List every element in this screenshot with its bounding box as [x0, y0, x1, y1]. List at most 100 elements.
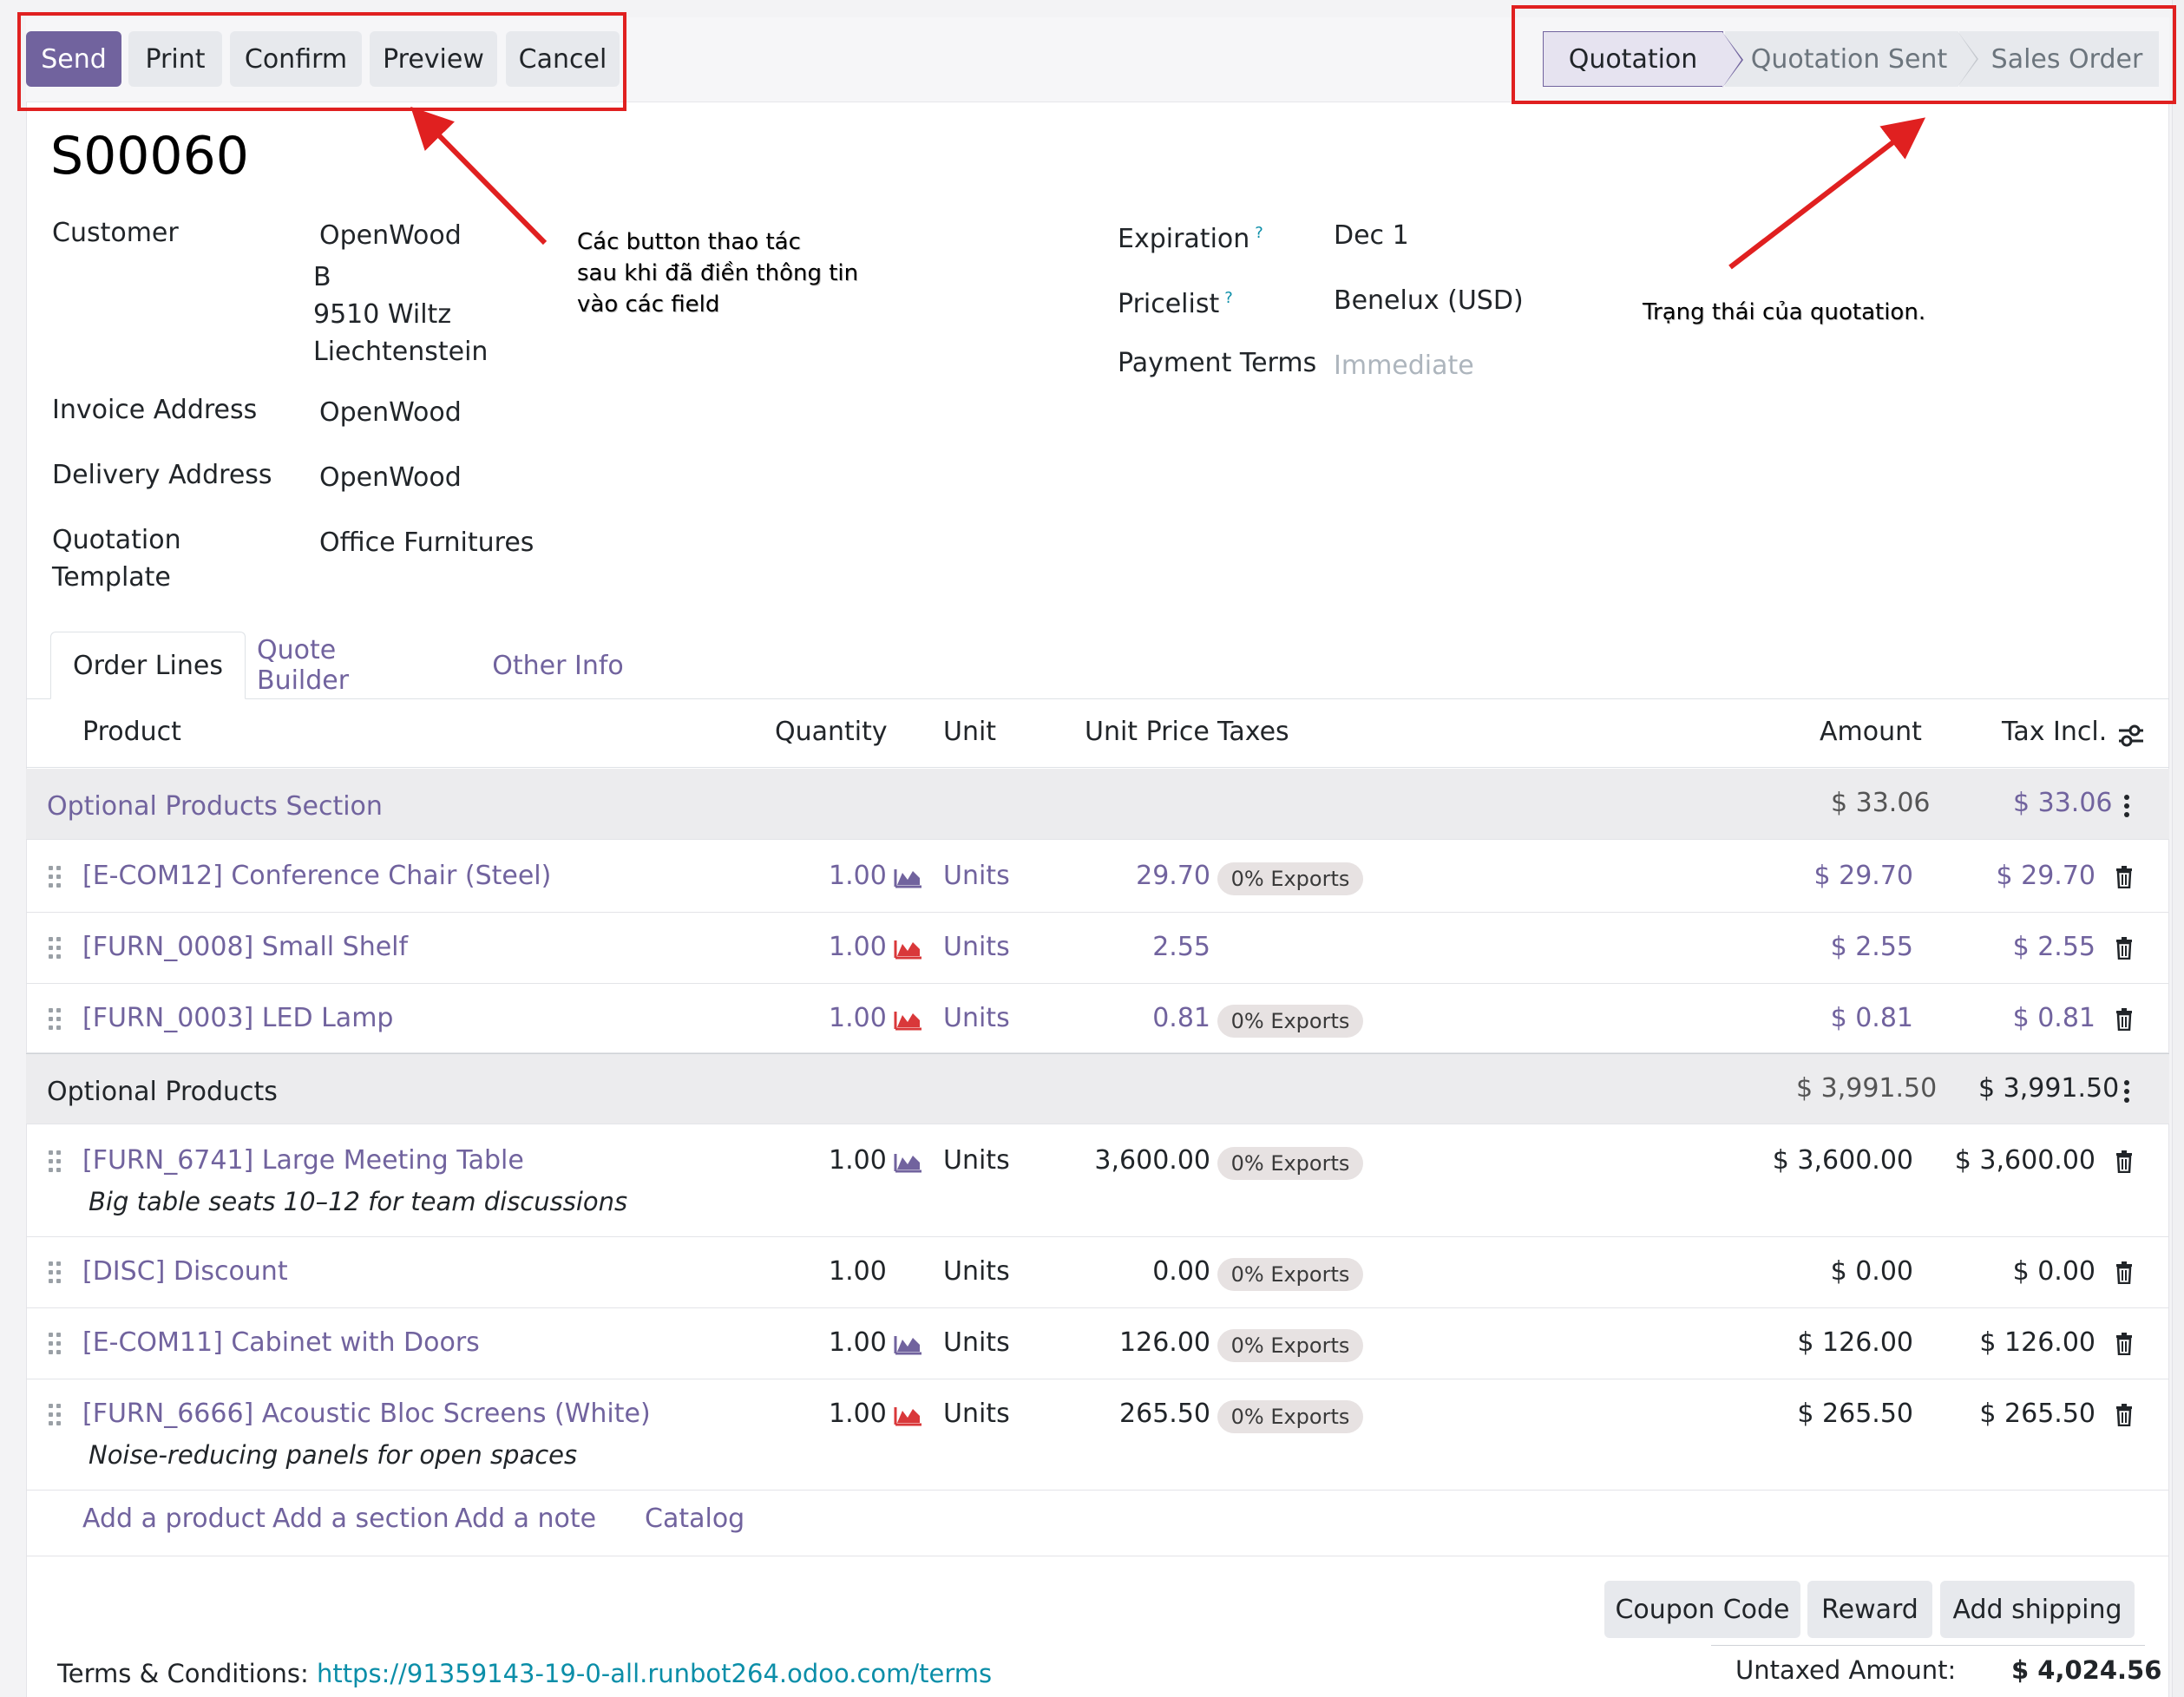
product-name[interactable]: [E-COM11] Cabinet with Doors: [82, 1327, 480, 1358]
drag-handle-icon[interactable]: [49, 1150, 62, 1173]
forecast-chart-icon[interactable]: [894, 1333, 923, 1355]
quantity-field[interactable]: 1.00: [829, 861, 887, 891]
column-header-unit-price[interactable]: Unit Price: [1085, 717, 1210, 747]
quotation-template-label: Template: [52, 562, 171, 593]
trash-icon[interactable]: [2115, 1008, 2133, 1031]
drag-handle-icon[interactable]: [49, 1008, 62, 1031]
unit-field[interactable]: Units: [943, 1256, 1010, 1287]
kebab-menu-icon[interactable]: [2124, 1080, 2129, 1103]
forecast-chart-icon[interactable]: [894, 1150, 923, 1173]
tax-badge[interactable]: 0% Exports: [1217, 1147, 1363, 1180]
delivery-address-field[interactable]: OpenWood: [319, 459, 462, 496]
order-line-row[interactable]: [E-COM11] Cabinet with Doors 1.00 Units 126…: [26, 1308, 2169, 1379]
quantity-field[interactable]: 1.00: [829, 1145, 887, 1176]
column-header-tax-incl[interactable]: Tax Incl.: [2002, 717, 2107, 747]
coupon-code-button[interactable]: Coupon Code: [1604, 1581, 1800, 1638]
tax-badge[interactable]: 0% Exports: [1217, 862, 1363, 895]
add-shipping-button[interactable]: Add shipping: [1940, 1581, 2135, 1638]
order-line-row[interactable]: [FURN_6666] Acoustic Bloc Screens (White…: [26, 1379, 2169, 1491]
forecast-chart-icon[interactable]: [894, 1404, 923, 1426]
order-line-row[interactable]: [E-COM12] Conference Chair (Steel) 1.00 Un…: [26, 842, 2169, 913]
trash-icon[interactable]: [2115, 1150, 2133, 1173]
tax-badge[interactable]: 0% Exports: [1217, 1005, 1363, 1038]
trash-icon[interactable]: [2115, 1261, 2133, 1284]
order-line-row[interactable]: [FURN_6741] Large Meeting Table Big table…: [26, 1126, 2169, 1237]
tab-other-info[interactable]: Other Info: [484, 632, 632, 699]
unit-price-field[interactable]: 2.55: [1152, 932, 1210, 962]
trash-icon[interactable]: [2115, 1333, 2133, 1355]
add-note-link[interactable]: Add a note: [455, 1504, 596, 1534]
help-icon[interactable]: ?: [1224, 289, 1233, 307]
help-icon[interactable]: ?: [1255, 224, 1263, 242]
unit-price-field[interactable]: 29.70: [1136, 861, 1210, 891]
unit-field[interactable]: Units: [943, 1327, 1010, 1358]
terms-link[interactable]: https://91359143-19-0-all.runbot264.odoo…: [317, 1659, 992, 1688]
kebab-menu-icon[interactable]: [2124, 795, 2129, 817]
catalog-link[interactable]: Catalog: [645, 1504, 744, 1534]
quantity-field[interactable]: 1.00: [829, 932, 887, 962]
drag-handle-icon[interactable]: [49, 1333, 62, 1355]
tab-order-lines[interactable]: Order Lines: [50, 632, 246, 699]
line-amount: $ 2.55: [1830, 932, 1913, 962]
customer-field[interactable]: OpenWood: [319, 217, 462, 254]
unit-price-field[interactable]: 265.50: [1119, 1399, 1210, 1429]
forecast-chart-icon[interactable]: [894, 866, 923, 888]
invoice-address-field[interactable]: OpenWood: [319, 394, 462, 431]
unit-price-field[interactable]: 3,600.00: [1094, 1145, 1210, 1176]
drag-handle-icon[interactable]: [49, 1404, 62, 1426]
column-header-quantity[interactable]: Quantity: [775, 717, 888, 747]
forecast-chart-icon[interactable]: [894, 1008, 923, 1031]
unit-field[interactable]: Units: [943, 932, 1010, 962]
tab-quote-builder[interactable]: Quote Builder: [257, 632, 430, 699]
line-description: Noise-reducing panels for open spaces: [89, 1440, 578, 1470]
quantity-field[interactable]: 1.00: [829, 1399, 887, 1429]
tax-badge[interactable]: 0% Exports: [1217, 1400, 1363, 1433]
quantity-field[interactable]: 1.00: [829, 1327, 887, 1358]
drag-handle-icon[interactable]: [49, 937, 62, 960]
terms-and-conditions: Terms & Conditions: https://91359143-19-…: [57, 1659, 992, 1688]
payment-terms-field[interactable]: Immediate: [1334, 347, 1474, 384]
section-row[interactable]: Optional Products Section $ 33.06 $ 33.0…: [26, 769, 2169, 840]
unit-price-field[interactable]: 0.81: [1152, 1003, 1210, 1033]
customer-address-line: Liechtenstein: [313, 337, 489, 367]
order-line-row[interactable]: [FURN_0008] Small Shelf 1.00 Units 2.55 $ 2.…: [26, 913, 2169, 984]
product-name[interactable]: [DISC] Discount: [82, 1256, 288, 1287]
trash-icon[interactable]: [2115, 1404, 2133, 1426]
pricelist-field[interactable]: Benelux (USD): [1334, 282, 1524, 319]
quotation-template-field[interactable]: Office Furnitures: [319, 524, 534, 561]
tax-badge[interactable]: 0% Exports: [1217, 1329, 1363, 1362]
expiration-field[interactable]: Dec 1: [1334, 217, 1409, 254]
add-product-link[interactable]: Add a product: [82, 1504, 266, 1534]
trash-icon[interactable]: [2115, 866, 2133, 888]
reward-button[interactable]: Reward: [1807, 1581, 1932, 1638]
product-name[interactable]: [E-COM12] Conference Chair (Steel): [82, 861, 551, 891]
order-line-row[interactable]: [FURN_0003] LED Lamp 1.00 Units 0.81 0% Expo…: [26, 984, 2169, 1053]
quantity-field[interactable]: 1.00: [829, 1003, 887, 1033]
column-header-amount[interactable]: Amount: [1820, 717, 1922, 747]
unit-field[interactable]: Units: [943, 1003, 1010, 1033]
column-header-unit[interactable]: Unit: [943, 717, 996, 747]
tax-badge[interactable]: 0% Exports: [1217, 1258, 1363, 1291]
product-name[interactable]: [FURN_0008] Small Shelf: [82, 932, 408, 962]
drag-handle-icon[interactable]: [49, 1261, 62, 1284]
product-name[interactable]: [FURN_6666] Acoustic Bloc Screens (White…: [82, 1399, 651, 1429]
product-name[interactable]: [FURN_6741] Large Meeting Table: [82, 1145, 524, 1176]
unit-field[interactable]: Units: [943, 861, 1010, 891]
add-section-link[interactable]: Add a section: [272, 1504, 449, 1534]
notebook-tabs: Order Lines Quote Builder Other Info: [26, 632, 2169, 699]
unit-price-field[interactable]: 126.00: [1119, 1327, 1210, 1358]
unit-price-field[interactable]: 0.00: [1152, 1256, 1210, 1287]
unit-field[interactable]: Units: [943, 1399, 1010, 1429]
drag-handle-icon[interactable]: [49, 866, 62, 888]
column-header-product[interactable]: Product: [82, 717, 181, 747]
invoice-address-label: Invoice Address: [52, 395, 258, 425]
unit-field[interactable]: Units: [943, 1145, 1010, 1176]
forecast-chart-icon[interactable]: [894, 937, 923, 960]
section-row[interactable]: Optional Products $ 3,991.50 $ 3,991.50: [26, 1053, 2169, 1124]
quantity-field[interactable]: 1.00: [829, 1256, 887, 1287]
column-header-taxes[interactable]: Taxes: [1217, 717, 1289, 747]
product-name[interactable]: [FURN_0003] LED Lamp: [82, 1003, 393, 1033]
trash-icon[interactable]: [2115, 937, 2133, 960]
order-line-row[interactable]: [DISC] Discount 1.00 Units 0.00 0% Exports $ …: [26, 1237, 2169, 1308]
column-settings-icon[interactable]: [2117, 724, 2145, 748]
